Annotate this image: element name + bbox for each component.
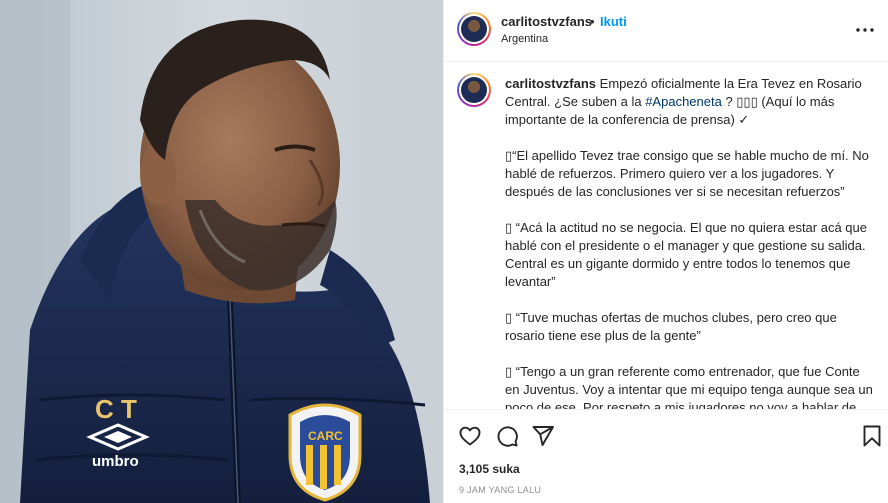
caption-avatar[interactable] bbox=[457, 73, 491, 107]
caption-paragraph-4: ▯ “Tengo a un gran referente como entren… bbox=[505, 364, 873, 409]
post-image[interactable]: C T umbro CARC bbox=[0, 0, 443, 503]
crest-text: CARC bbox=[308, 429, 343, 443]
caption-paragraph-2: ▯ “Acá la actitud no se negocia. El que … bbox=[505, 220, 867, 289]
caption-username[interactable]: carlitostvzfans bbox=[505, 76, 596, 91]
post-header: carlitostvzfans • Ikuti Argentina bbox=[444, 0, 888, 62]
more-horizontal-icon[interactable] bbox=[855, 20, 875, 40]
header-username[interactable]: carlitostvzfans bbox=[501, 14, 592, 29]
heart-icon[interactable] bbox=[458, 424, 482, 448]
post-timestamp[interactable]: 9 JAM YANG LALU bbox=[459, 485, 541, 495]
caption-section: carlitostvzfans Empezó oficialmente la E… bbox=[444, 63, 888, 409]
likes-count[interactable]: 3,105 suka bbox=[459, 462, 520, 476]
bookmark-icon[interactable] bbox=[860, 424, 884, 448]
avatar[interactable] bbox=[457, 12, 491, 46]
actions-bar: 3,105 suka 9 JAM YANG LALU bbox=[444, 409, 888, 503]
jacket-brand: umbro bbox=[92, 453, 139, 470]
post-location[interactable]: Argentina bbox=[501, 33, 548, 45]
follow-button[interactable]: Ikuti bbox=[600, 14, 627, 29]
caption-paragraph-1: ▯“El apellido Tevez trae consigo que se … bbox=[505, 148, 869, 199]
comment-icon[interactable] bbox=[495, 424, 519, 448]
caption-paragraph-3: ▯ “Tuve muchas ofertas de muchos clubes,… bbox=[505, 310, 837, 343]
club-crest: CARC bbox=[288, 403, 362, 502]
post-photo: C T umbro CARC bbox=[0, 0, 443, 503]
caption-text: carlitostvzfans Empezó oficialmente la E… bbox=[505, 75, 877, 409]
send-icon[interactable] bbox=[531, 424, 555, 448]
jacket-initials: C T bbox=[95, 394, 137, 424]
hashtag-link[interactable]: #Apacheneta bbox=[645, 94, 722, 109]
header-separator: • bbox=[590, 14, 595, 29]
post-panel: carlitostvzfans • Ikuti Argentina carlit… bbox=[443, 0, 888, 503]
